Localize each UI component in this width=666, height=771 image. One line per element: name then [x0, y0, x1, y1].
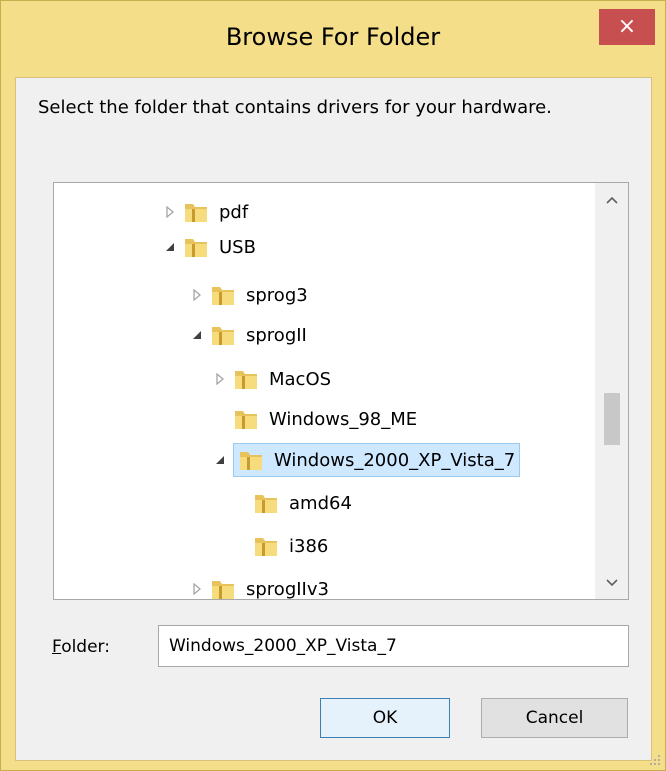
tree-item-windows-2000-xp-vista-7[interactable]: Windows_2000_XP_Vista_7	[213, 443, 521, 477]
tree-item-i386[interactable]: i386	[253, 529, 328, 563]
scroll-thumb[interactable]	[604, 393, 620, 445]
tree-item-sprogiiv3[interactable]: sprogIIv3	[190, 572, 329, 600]
folder-icon	[233, 367, 259, 391]
tree-item-macos[interactable]: MacOS	[213, 362, 331, 396]
folder-label-accelerator: F	[52, 637, 62, 657]
instruction-text: Select the folder that contains drivers …	[38, 97, 552, 118]
folder-icon	[183, 200, 209, 224]
folder-icon	[210, 283, 236, 307]
tree-item-label: amd64	[289, 492, 352, 514]
expand-arrow-icon[interactable]	[213, 372, 227, 386]
vertical-scrollbar[interactable]	[595, 183, 628, 599]
scroll-down-button[interactable]	[595, 566, 628, 599]
collapse-arrow-icon[interactable]	[213, 453, 227, 467]
collapse-arrow-icon[interactable]	[163, 240, 177, 254]
tree-item-label: pdf	[219, 201, 249, 223]
expand-arrow-icon[interactable]	[190, 288, 204, 302]
tree-item-amd64[interactable]: amd64	[253, 486, 352, 520]
chevron-up-icon	[605, 196, 618, 204]
folder-path-input[interactable]	[158, 625, 629, 667]
cancel-button[interactable]: Cancel	[481, 698, 628, 738]
tree-item-label: i386	[289, 535, 329, 557]
tree-item-label: sprogII	[246, 324, 307, 346]
tree-item-windows-98-me[interactable]: Windows_98_ME	[233, 402, 417, 436]
title-bar[interactable]: Browse For Folder ×	[1, 1, 665, 77]
tree-item-label: MacOS	[269, 368, 332, 390]
folder-label: Folder:	[52, 637, 110, 657]
folder-label-text: older:	[61, 637, 110, 657]
close-icon: ×	[617, 14, 637, 39]
resize-grip-icon[interactable]	[647, 752, 661, 766]
collapse-arrow-icon[interactable]	[190, 328, 204, 342]
browse-for-folder-dialog: Browse For Folder × Select the folder th…	[0, 0, 666, 771]
folder-icon	[238, 448, 264, 472]
scroll-up-button[interactable]	[595, 183, 628, 216]
close-button[interactable]: ×	[599, 9, 655, 45]
ok-button[interactable]: OK	[320, 698, 450, 738]
tree-item-label: Windows_98_ME	[269, 408, 418, 430]
tree-item-sprogii[interactable]: sprogII	[190, 318, 307, 352]
tree-item-sprog3[interactable]: sprog3	[190, 278, 308, 312]
tree-item-label: USB	[219, 236, 256, 258]
selected-item-highlight[interactable]: Windows_2000_XP_Vista_7	[233, 443, 521, 477]
folder-icon	[253, 534, 279, 558]
expand-arrow-icon[interactable]	[163, 205, 177, 219]
folder-icon	[183, 235, 209, 259]
chevron-down-icon	[605, 578, 618, 586]
folder-icon	[210, 323, 236, 347]
tree-item-label: sprogIIv3	[246, 578, 329, 600]
folder-icon	[253, 491, 279, 515]
folder-icon	[233, 407, 259, 431]
folder-icon	[210, 577, 236, 599]
tree-item-usb[interactable]: USB	[166, 230, 256, 264]
dialog-title: Browse For Folder	[225, 23, 441, 51]
tree-item-label: sprog3	[246, 284, 308, 306]
tree-item-pdf[interactable]: pdf	[163, 195, 248, 229]
expand-arrow-icon[interactable]	[190, 582, 204, 596]
tree-item-label: Windows_2000_XP_Vista_7	[274, 449, 516, 471]
folder-tree[interactable]: pdf USB sprog3 sprogII MacOS Windows_98_…	[53, 182, 629, 600]
